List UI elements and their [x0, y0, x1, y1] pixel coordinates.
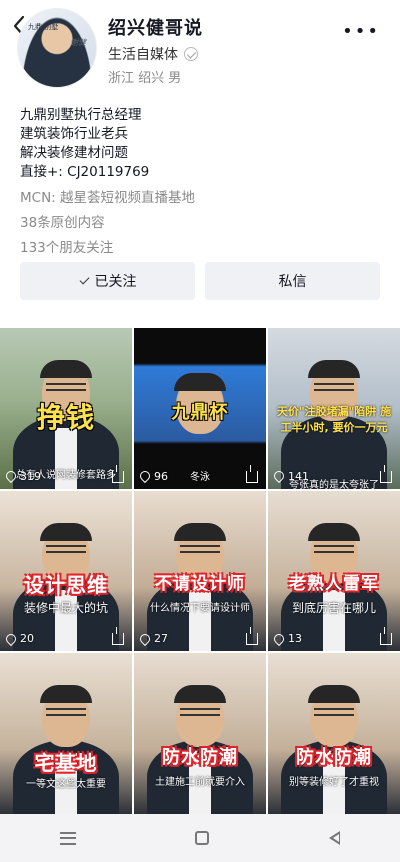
bio-line: 直接+: CJ20119769	[20, 164, 150, 180]
profile-header: 九鼎 别墅 谢健 绍兴健哥说 ••• 生活自媒体 浙江 绍兴 男	[0, 0, 400, 95]
video-grid: 挣钱 总有人说网装修套路多 319 九鼎杯 冬泳 96 天价"注胶堵漏"陷阱 施…	[0, 328, 400, 814]
profile-bio: 九鼎别墅执行总经理 建筑装饰行业老兵 解决装修建材问题 直接+: CJ20119…	[20, 106, 380, 258]
back-nav-icon[interactable]	[329, 831, 341, 845]
like-number: 141	[288, 469, 309, 483]
video-title: 防水防潮	[296, 747, 372, 769]
home-icon[interactable]	[195, 831, 210, 845]
video-tile[interactable]: 挣钱 总有人说网装修套路多 319	[0, 328, 132, 489]
friends-follow-count[interactable]: 133个朋友关注	[20, 239, 380, 258]
profile-name: 绍兴健哥说	[108, 18, 203, 39]
like-count: 319	[3, 469, 41, 484]
person-hair	[174, 522, 226, 541]
video-subtitle: 土建施工前就要介入	[155, 777, 245, 789]
verification-row: 生活自媒体	[108, 44, 198, 64]
glasses-icon	[46, 382, 86, 391]
video-title: 挣钱	[36, 401, 95, 434]
video-tile[interactable]: 天价"注胶堵漏"陷阱 施工半小时, 要价一万元 夸张真的是太夸张了 141	[268, 328, 400, 489]
system-navigation-bar	[0, 814, 400, 862]
like-count: 27	[137, 631, 168, 646]
heart-icon	[271, 631, 287, 646]
video-title: 防水防潮	[162, 747, 238, 769]
person-hair	[308, 685, 360, 704]
bio-line: 建筑装饰行业老兵	[20, 126, 128, 142]
person-hair	[40, 360, 92, 379]
video-title: 设计思维	[24, 572, 108, 597]
avatar[interactable]: 九鼎 别墅 谢健	[17, 8, 97, 88]
video-tile[interactable]: 防水防潮 别等装修好了才重视	[268, 653, 400, 814]
avatar-badge: 九鼎 别墅	[28, 23, 59, 31]
heart-icon	[271, 469, 287, 484]
share-icon[interactable]	[246, 464, 258, 483]
person-hair	[40, 685, 92, 704]
more-icon[interactable]: •••	[342, 21, 380, 42]
check-icon	[79, 276, 89, 286]
message-button[interactable]: 私信	[205, 262, 380, 300]
like-count: 141	[271, 469, 309, 484]
video-tile[interactable]: 宅基地 一等文这些太重要	[0, 653, 132, 814]
heart-icon	[137, 469, 153, 484]
bio-line: 解决装修建材问题	[20, 145, 128, 161]
followed-button[interactable]: 已关注	[20, 262, 195, 300]
like-count: 20	[3, 631, 34, 646]
person-hair	[40, 522, 92, 541]
person-hair	[308, 360, 360, 379]
glasses-icon	[314, 707, 354, 716]
menu-icon[interactable]	[59, 831, 76, 845]
glasses-icon	[314, 545, 354, 554]
person-hair	[174, 372, 226, 391]
video-tile[interactable]: 九鼎杯 冬泳 96	[134, 328, 266, 489]
profile-actions: 已关注 私信	[20, 262, 380, 300]
location-text: 浙江 绍兴 男	[108, 71, 182, 86]
glasses-icon	[46, 707, 86, 716]
share-icon[interactable]	[246, 627, 258, 646]
video-title: 九鼎杯	[171, 402, 229, 423]
avatar-signature: 谢健	[70, 38, 86, 47]
video-title: 宅基地	[34, 751, 98, 776]
like-number: 27	[154, 632, 168, 646]
like-number: 319	[20, 469, 41, 483]
video-title: 老熟人雷军	[289, 573, 379, 594]
verify-icon	[184, 47, 198, 61]
like-number: 96	[154, 469, 168, 483]
video-tile[interactable]: 设计思维 装修中最大的坑 20	[0, 490, 132, 652]
heart-icon	[137, 631, 153, 646]
message-label: 私信	[278, 274, 307, 290]
glasses-icon	[314, 382, 354, 391]
original-content-count[interactable]: 38条原创内容	[20, 214, 380, 233]
glasses-icon	[180, 545, 220, 554]
video-subtitle: 装修中最大的坑	[23, 600, 108, 615]
video-title: 不请设计师	[155, 573, 245, 594]
followed-label: 已关注	[94, 274, 137, 290]
verification-label: 生活自媒体	[108, 47, 178, 63]
like-count: 96	[137, 469, 168, 484]
like-count: 13	[271, 631, 302, 646]
mcn-text: MCN: 越星荟短视频直播基地	[20, 190, 196, 206]
person-hair	[308, 522, 360, 541]
video-title: 天价"注胶堵漏"陷阱 施工半小时, 要价一万元	[276, 405, 392, 434]
heart-icon	[3, 631, 19, 646]
share-icon[interactable]	[380, 464, 392, 483]
video-subtitle: 一等文这些太重要	[26, 779, 106, 791]
glasses-icon	[180, 707, 220, 716]
video-subtitle: 到底厉害在哪儿	[291, 600, 376, 615]
video-tile[interactable]: 不请设计师 什么情况下要请设计师 27	[134, 490, 266, 652]
glasses-icon	[46, 545, 86, 554]
like-number: 20	[20, 632, 34, 646]
share-icon[interactable]	[380, 627, 392, 646]
video-tile[interactable]: 老熟人雷军 到底厉害在哪儿 13	[268, 490, 400, 652]
video-subtitle: 别等装修好了才重视	[289, 777, 379, 789]
share-icon[interactable]	[112, 464, 124, 483]
video-subtitle: 什么情况下要请设计师	[150, 602, 250, 614]
person-hair	[174, 685, 226, 704]
share-icon[interactable]	[112, 627, 124, 646]
like-number: 13	[288, 632, 302, 646]
heart-icon	[3, 469, 19, 484]
bio-line: 九鼎别墅执行总经理	[20, 107, 142, 123]
video-tile[interactable]: 防水防潮 土建施工前就要介入	[134, 653, 266, 814]
